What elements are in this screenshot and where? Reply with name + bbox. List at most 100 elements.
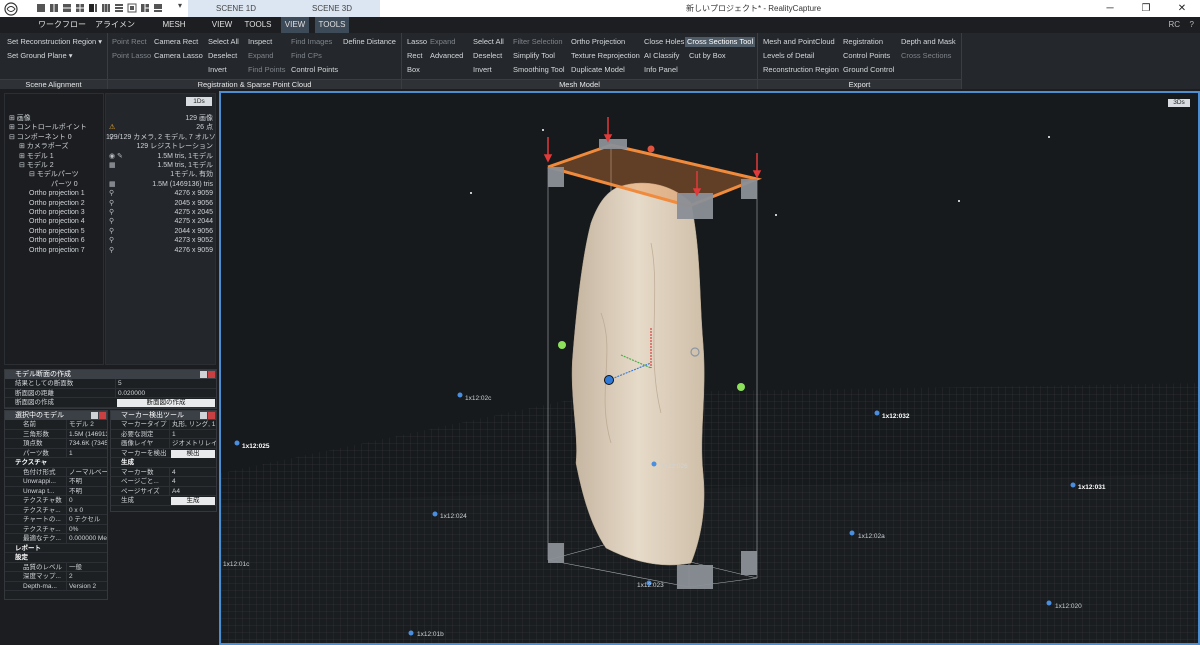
layout-9-icon[interactable] bbox=[140, 3, 150, 13]
create-cross-section-button[interactable]: 断面図の作成 bbox=[117, 399, 215, 407]
layout-3-icon[interactable] bbox=[62, 3, 72, 13]
expand-button[interactable]: Expand bbox=[246, 51, 275, 61]
layout-7-icon[interactable] bbox=[114, 3, 124, 13]
tab-3ds[interactable]: 3Ds bbox=[1168, 99, 1190, 107]
menu-view-contextual[interactable]: VIEW bbox=[281, 17, 309, 33]
deselect-mesh-button[interactable]: Deselect bbox=[471, 51, 504, 61]
help-button[interactable]: ? bbox=[1190, 17, 1194, 33]
tab-1ds[interactable]: 1Ds bbox=[186, 97, 212, 106]
tab-scene-1d[interactable]: SCENE 1D bbox=[188, 0, 284, 17]
cut-by-box-button[interactable]: Cut by Box bbox=[687, 51, 728, 61]
property-value[interactable]: 1.5M (1469136) bbox=[66, 429, 107, 439]
detect-markers-button[interactable]: 検出 bbox=[171, 449, 215, 458]
property-value[interactable]: ジオメトリレイヤー bbox=[169, 439, 216, 449]
property-value[interactable]: 1 bbox=[66, 448, 107, 458]
property-value[interactable]: 丸形, リング, 1... bbox=[169, 420, 216, 430]
point-rect-button[interactable]: Point Rect bbox=[110, 37, 149, 47]
menu-alignment[interactable]: アライメント bbox=[93, 17, 137, 45]
customize-dropdown-icon[interactable]: ▾ bbox=[178, 1, 182, 10]
ortho-projection-button[interactable]: Ortho Projection bbox=[569, 37, 627, 47]
property-value[interactable]: 0 x 0 bbox=[66, 505, 107, 515]
generate-markers-button[interactable]: 生成 bbox=[171, 497, 215, 505]
property-section[interactable]: 生成 bbox=[111, 458, 216, 468]
menu-tools-contextual[interactable]: TOOLS bbox=[315, 17, 349, 33]
restore-icon[interactable] bbox=[200, 371, 207, 378]
rock-mesh[interactable] bbox=[571, 182, 705, 566]
tree-item-ortho-7[interactable]: Ortho projection 7 bbox=[29, 246, 85, 255]
tree-item-control-points[interactable]: ⊞ コントロールポイント bbox=[9, 123, 87, 132]
restore-icon[interactable] bbox=[91, 412, 98, 419]
info-panel-button[interactable]: Info Panel bbox=[642, 65, 680, 75]
tree-item-ortho-3[interactable]: Ortho projection 3 bbox=[29, 208, 85, 217]
user-badge[interactable]: RC bbox=[1168, 17, 1180, 33]
layout-4-icon[interactable] bbox=[75, 3, 85, 13]
deselect-button[interactable]: Deselect bbox=[206, 51, 239, 61]
viewport-3d[interactable]: 3Ds 1x12:02c 1x12:032 1x12:025 1x12:031 … bbox=[219, 91, 1200, 645]
expand-mesh-button[interactable]: Expand bbox=[428, 37, 457, 47]
tree-item-ortho-4[interactable]: Ortho projection 4 bbox=[29, 217, 85, 226]
close-button[interactable]: ✕ bbox=[1164, 0, 1200, 17]
camera-rect-button[interactable]: Camera Rect bbox=[152, 37, 200, 47]
control-points-button[interactable]: Control Points bbox=[289, 65, 340, 75]
tree-item-images[interactable]: ⊞ 画像 bbox=[9, 114, 31, 123]
property-section[interactable]: テクスチャ bbox=[5, 458, 107, 468]
layout-1-icon[interactable] bbox=[36, 3, 46, 13]
smoothing-tool-button[interactable]: Smoothing Tool bbox=[511, 65, 567, 75]
lasso-button[interactable]: Lasso bbox=[405, 37, 429, 47]
property-value[interactable]: 不明 bbox=[66, 477, 107, 487]
point-lasso-button[interactable]: Point Lasso bbox=[110, 51, 153, 61]
property-value[interactable]: 2 bbox=[66, 572, 107, 582]
close-icon[interactable] bbox=[99, 412, 106, 419]
simplify-tool-button[interactable]: Simplify Tool bbox=[511, 51, 557, 61]
property-value[interactable]: モデル 2 bbox=[66, 420, 107, 430]
tree-item-ortho-1[interactable]: Ortho projection 1 bbox=[29, 189, 85, 198]
define-distance-button[interactable]: Define Distance bbox=[341, 37, 398, 47]
minimize-button[interactable]: ─ bbox=[1092, 0, 1128, 17]
menu-tools[interactable]: TOOLS bbox=[244, 17, 272, 33]
property-value[interactable]: 0.000000 Met... bbox=[66, 534, 107, 544]
set-ground-plane-button[interactable]: Set Ground Plane ▾ bbox=[5, 51, 74, 61]
property-value[interactable]: 734.6K (734570) bbox=[66, 439, 107, 449]
layout-8-icon[interactable] bbox=[127, 3, 137, 13]
box-button[interactable]: Box bbox=[405, 65, 422, 75]
layout-6-icon[interactable] bbox=[101, 3, 111, 13]
tree-item-model-parts[interactable]: ⊟ モデルパーツ bbox=[29, 170, 79, 179]
tree-item-ortho-5[interactable]: Ortho projection 5 bbox=[29, 227, 85, 236]
select-all-mesh-button[interactable]: Select All bbox=[471, 37, 506, 47]
export-control-points-button[interactable]: Control Points bbox=[841, 51, 892, 61]
find-points-button[interactable]: Find Points bbox=[246, 65, 288, 75]
property-value[interactable]: 5 bbox=[115, 379, 216, 389]
scene-canvas[interactable] bbox=[221, 93, 1200, 645]
tree-item-model-1[interactable]: ⊞ モデル 1 bbox=[19, 152, 54, 161]
menu-mesh-model[interactable]: MESH MODEL bbox=[148, 17, 200, 45]
export-ground-control-button[interactable]: Ground Control bbox=[841, 65, 896, 75]
select-all-button[interactable]: Select All bbox=[206, 37, 241, 47]
property-section[interactable]: レポート bbox=[5, 544, 107, 553]
menu-workflow[interactable]: ワークフロー bbox=[38, 17, 86, 33]
tree-item-camera-poses[interactable]: ⊞ カメラポーズ bbox=[19, 142, 68, 151]
maximize-button[interactable]: ❐ bbox=[1128, 0, 1164, 17]
layout-5-icon[interactable] bbox=[88, 3, 98, 13]
property-section[interactable]: 設定 bbox=[5, 553, 107, 563]
export-cross-sections-button[interactable]: Cross Sections bbox=[899, 51, 953, 61]
tree-item-component[interactable]: ⊟ コンポーネント 0 bbox=[9, 133, 72, 142]
property-value[interactable]: 一般 bbox=[66, 562, 107, 572]
tree-item-ortho-6[interactable]: Ortho projection 6 bbox=[29, 236, 85, 245]
export-reconstruction-region-button[interactable]: Reconstruction Region bbox=[761, 65, 841, 75]
property-value[interactable]: 0 bbox=[66, 496, 107, 506]
property-value[interactable]: 不明 bbox=[66, 486, 107, 496]
menu-view[interactable]: VIEW bbox=[209, 17, 235, 33]
find-images-button[interactable]: Find Images bbox=[289, 37, 334, 47]
property-value[interactable]: 4 bbox=[169, 467, 216, 477]
property-value[interactable]: 4 bbox=[169, 477, 216, 487]
property-value[interactable]: 0% bbox=[66, 524, 107, 534]
inspect-button[interactable]: Inspect bbox=[246, 37, 274, 47]
close-icon[interactable] bbox=[208, 371, 215, 378]
export-lod-button[interactable]: Levels of Detail bbox=[761, 51, 816, 61]
rotate-handle[interactable] bbox=[647, 145, 655, 153]
layout-10-icon[interactable] bbox=[153, 3, 163, 13]
invert-button[interactable]: Invert bbox=[206, 65, 229, 75]
advanced-button[interactable]: Advanced bbox=[428, 51, 465, 61]
cross-sections-tool-button[interactable]: Cross Sections Tool bbox=[685, 37, 756, 47]
property-value[interactable]: A4 bbox=[169, 486, 216, 496]
